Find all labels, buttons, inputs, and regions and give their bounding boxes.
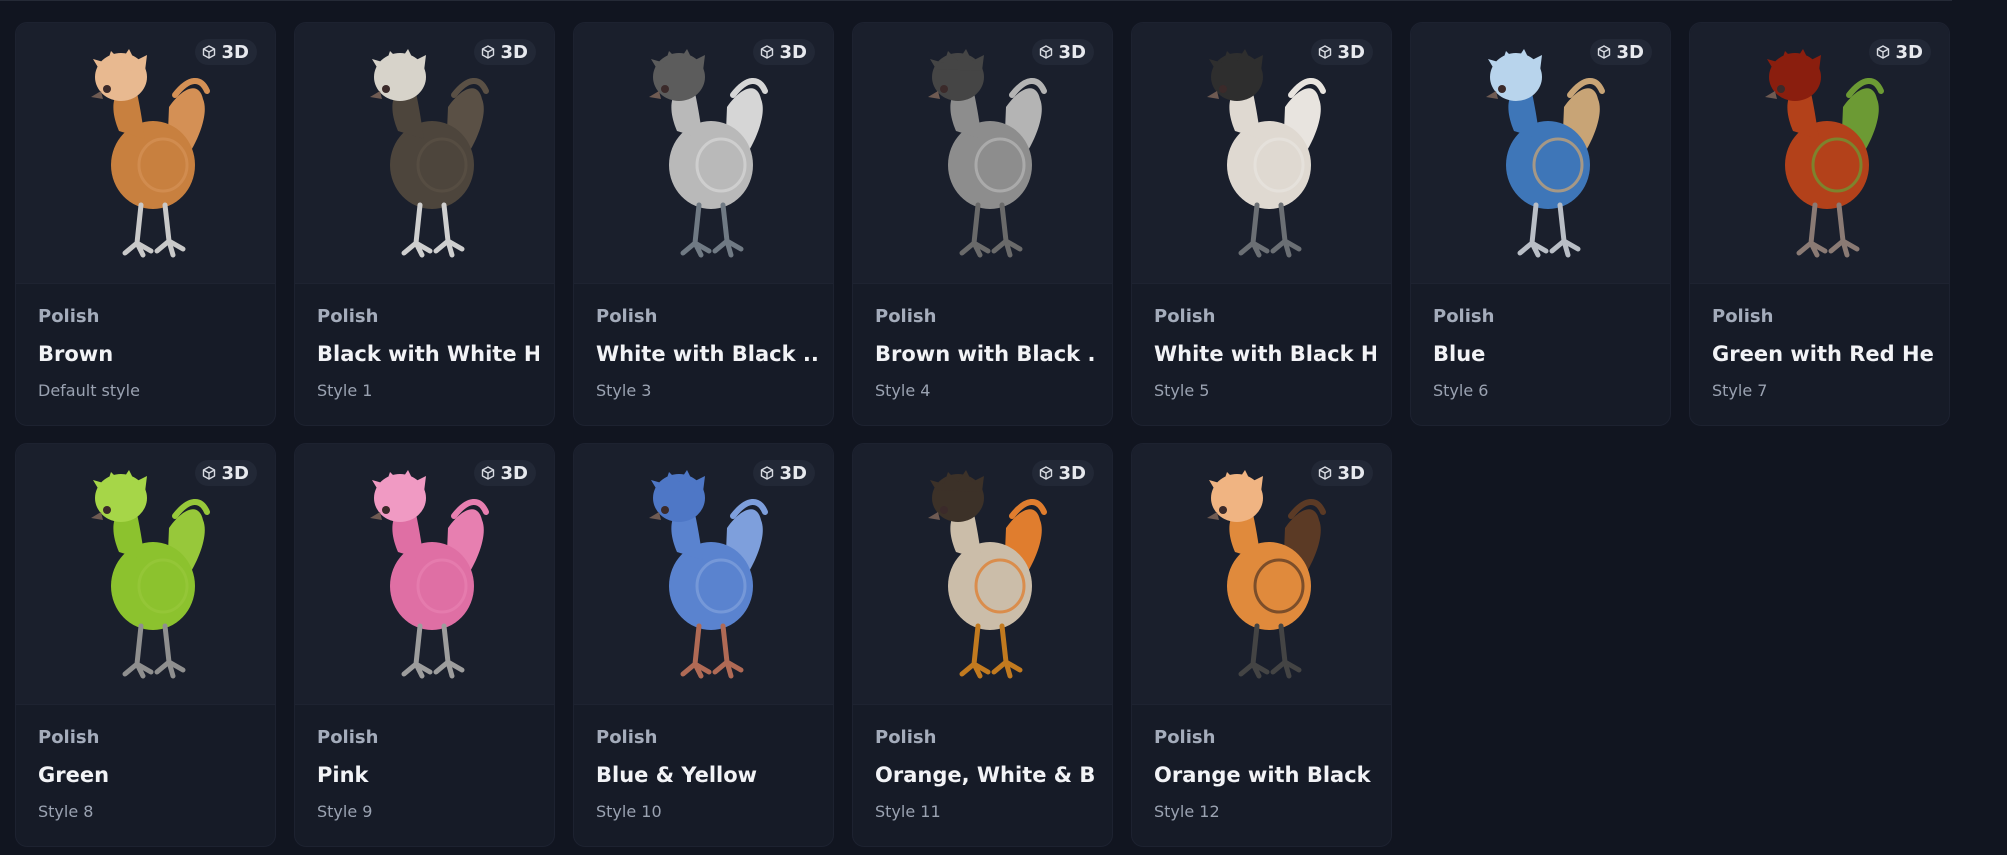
3d-badge-label: 3D (779, 41, 807, 63)
chicken-image (1485, 49, 1605, 258)
style-number: Style 4 (875, 381, 931, 400)
style-name: Green (38, 763, 110, 787)
chicken-preview: 3D (574, 444, 833, 705)
chicken-image (1764, 49, 1884, 258)
style-number: Style 8 (38, 802, 94, 821)
style-number: Style 12 (1154, 802, 1220, 821)
3d-badge-label: 3D (1337, 462, 1365, 484)
style-name: Green with Red Head (1712, 342, 1934, 366)
chicken-style-card[interactable]: 3D Polish Ora (1131, 443, 1392, 847)
style-name: White with Black H... (1154, 342, 1376, 366)
chicken-preview: 3D (295, 444, 554, 705)
style-name: Brown (38, 342, 114, 366)
style-name: Orange, White & Bl... (875, 763, 1097, 787)
chicken-preview: 3D (1411, 23, 1670, 284)
chicken-style-card[interactable]: 3D Polish Bro (15, 22, 276, 426)
3d-badge-label: 3D (1616, 41, 1644, 63)
breed-label: Polish (1154, 727, 1216, 748)
chicken-style-card[interactable]: 3D Polish Pink Style 9 (294, 443, 555, 847)
breed-label: Polish (875, 306, 937, 327)
3d-badge-label: 3D (1895, 41, 1923, 63)
style-number: Style 11 (875, 802, 941, 821)
chicken-preview: 3D (295, 23, 554, 284)
breed-label: Polish (317, 306, 379, 327)
style-number: Style 7 (1712, 381, 1768, 400)
chicken-preview: 3D (1132, 444, 1391, 705)
style-name: Blue & Yellow (596, 763, 758, 787)
chicken-preview: 3D (574, 23, 833, 284)
chicken-preview: 3D (853, 23, 1112, 284)
chicken-preview: 3D (1132, 23, 1391, 284)
chicken-style-card[interactable]: 3D Polish Blu (1410, 22, 1671, 426)
chicken-preview: 3D (16, 23, 275, 284)
breed-label: Polish (317, 727, 379, 748)
3d-badge-label: 3D (221, 462, 249, 484)
style-number: Style 10 (596, 802, 662, 821)
chicken-image (1206, 470, 1326, 679)
chicken-style-card[interactable]: 3D Polish Whi (1131, 22, 1392, 426)
breed-label: Polish (1712, 306, 1774, 327)
style-name: Orange with Black ... (1154, 763, 1376, 787)
chicken-preview: 3D (16, 444, 275, 705)
chicken-image (90, 49, 210, 258)
3d-badge-label: 3D (221, 41, 249, 63)
breed-label: Polish (1433, 306, 1495, 327)
style-name: Blue (1433, 342, 1486, 366)
style-name: Black with White H... (317, 342, 539, 366)
breed-label: Polish (38, 727, 100, 748)
chicken-style-card[interactable]: 3D Polish Whi (573, 22, 834, 426)
3d-badge-label: 3D (500, 41, 528, 63)
chicken-style-card[interactable]: 3D Polish Black with White Style 1 (294, 22, 555, 426)
chicken-image (648, 49, 768, 258)
3d-badge-label: 3D (779, 462, 807, 484)
chicken-style-card[interactable]: 3D Polish Ora (852, 443, 1113, 847)
3d-badge-label: 3D (1058, 462, 1086, 484)
chicken-preview: 3D (1690, 23, 1949, 284)
breed-label: Polish (1154, 306, 1216, 327)
style-name: White with Black ... (596, 342, 818, 366)
chicken-style-card[interactable]: 3D Polish Gre (15, 443, 276, 847)
breed-label: Polish (596, 727, 658, 748)
chicken-image (90, 470, 210, 679)
chicken-preview: 3D (853, 444, 1112, 705)
style-number: Style 1 (317, 381, 373, 400)
chicken-style-card[interactable]: 3D Polish Blu (573, 443, 834, 847)
breed-label: Polish (596, 306, 658, 327)
chicken-style-card[interactable]: 3D Polish Bro (852, 22, 1113, 426)
chicken-image (369, 49, 489, 258)
style-number: Style 6 (1433, 381, 1489, 400)
chicken-image (927, 49, 1047, 258)
chicken-style-grid: 3D Polish Brown Default style 3D Polish … (15, 22, 1950, 847)
style-name: Brown with Black ... (875, 342, 1097, 366)
chicken-image (1206, 49, 1326, 258)
3d-badge-label: 3D (1337, 41, 1365, 63)
3d-badge-label: 3D (500, 462, 528, 484)
style-number: Style 3 (596, 381, 652, 400)
chicken-style-card[interactable]: 3D Polish Gre (1689, 22, 1950, 426)
breed-label: Polish (875, 727, 937, 748)
style-name: Pink (317, 763, 369, 787)
chicken-image (369, 470, 489, 679)
3d-badge-label: 3D (1058, 41, 1086, 63)
style-number: Style 9 (317, 802, 373, 821)
chicken-image (648, 470, 768, 679)
style-number: Default style (38, 381, 140, 400)
chicken-image (927, 470, 1047, 679)
style-number: Style 5 (1154, 381, 1210, 400)
breed-label: Polish (38, 306, 100, 327)
top-divider (0, 0, 1952, 1)
